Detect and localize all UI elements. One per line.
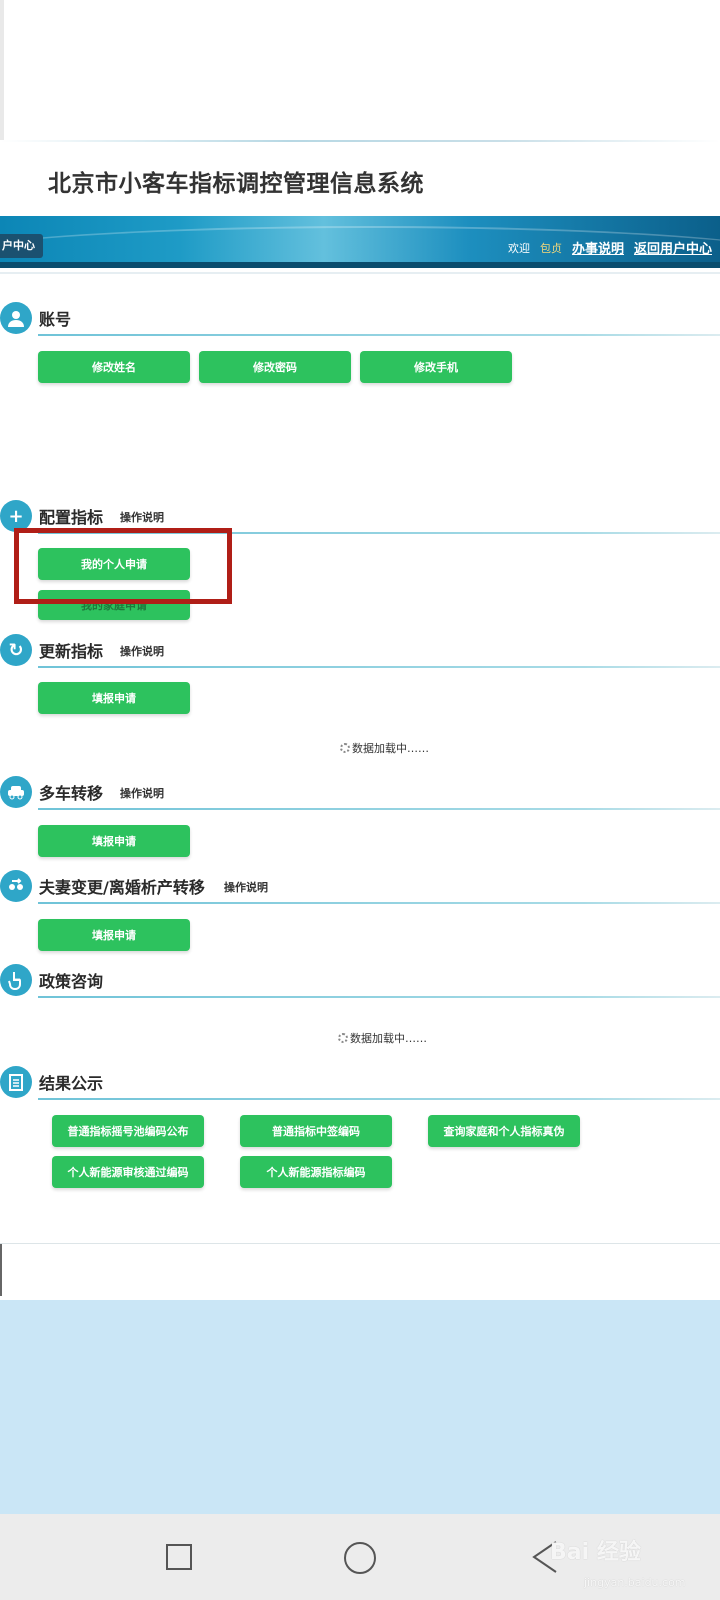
new-energy-approved-codes-button[interactable]: 个人新能源审核通过编码 [52, 1156, 204, 1188]
header-banner: 户中心 欢迎 包贞 办事说明 返回用户中心 [0, 216, 720, 268]
new-energy-quota-codes-button[interactable]: 个人新能源指标编码 [240, 1156, 392, 1188]
section-title-renewal: 更新指标 [39, 642, 104, 661]
section-rule [38, 666, 720, 668]
help-link-spouse[interactable]: 操作说明 [224, 879, 268, 895]
spinner-icon [340, 743, 350, 753]
footer-blue-area [0, 1300, 720, 1514]
edit-password-button[interactable]: 修改密码 [199, 351, 351, 383]
section-title-results: 结果公示 [39, 1074, 104, 1093]
baidu-watermark: Bai 经验 [550, 1540, 641, 1565]
edit-name-button[interactable]: 修改姓名 [38, 351, 190, 383]
baidu-watermark-url: jingyan.baidu.com [584, 1576, 686, 1589]
section-rule [38, 996, 720, 998]
loading-text: 数据加载中…… [352, 742, 429, 755]
refresh-icon: ↻ [0, 634, 32, 666]
section-title-allocation: 配置指标 [39, 508, 104, 527]
banner-divider [0, 272, 720, 274]
system-title: 北京市小客车指标调控管理信息系统 [48, 171, 424, 197]
loading-indicator: 数据加载中…… [340, 740, 429, 756]
user-name: 包贞 [539, 241, 562, 255]
user-center-tab[interactable]: 户中心 [0, 234, 43, 258]
section-policy: 政策咨询 [0, 964, 720, 998]
edit-phone-button[interactable]: 修改手机 [360, 351, 512, 383]
section-title-spouse: 夫妻变更/离婚析产转移 [39, 878, 205, 897]
recent-apps-icon[interactable] [166, 1544, 192, 1570]
section-rule [38, 334, 720, 336]
verify-quota-button[interactable]: 查询家庭和个人指标真伪 [428, 1115, 580, 1147]
lottery-pool-codes-button[interactable]: 普通指标摇号池编码公布 [52, 1115, 204, 1147]
multi-car-apply-button[interactable]: 填报申请 [38, 825, 190, 857]
section-renewal: ↻ 更新指标 操作说明 [0, 634, 720, 668]
help-link-renewal[interactable]: 操作说明 [120, 643, 164, 659]
banner-user-links: 欢迎 包贞 办事说明 返回用户中心 [507, 238, 712, 258]
car-icon [0, 776, 32, 808]
section-rule [38, 1098, 720, 1100]
spinner-icon [338, 1033, 348, 1043]
section-rule [38, 808, 720, 810]
people-transfer-icon [0, 870, 32, 902]
loading-indicator: 数据加载中…… [338, 1030, 427, 1046]
renewal-apply-button[interactable]: 填报申请 [38, 682, 190, 714]
section-spouse: 夫妻变更/离婚析产转移 操作说明 [0, 870, 720, 904]
guide-link[interactable]: 办事说明 [572, 238, 624, 257]
top-separator [0, 140, 720, 142]
section-rule [38, 902, 720, 904]
back-to-user-center-link[interactable]: 返回用户中心 [634, 238, 712, 257]
section-title-multi-car: 多车转移 [39, 784, 104, 803]
section-results: 结果公示 [0, 1066, 720, 1100]
winning-codes-button[interactable]: 普通指标中签编码 [240, 1115, 392, 1147]
help-link-allocation[interactable]: 操作说明 [120, 509, 164, 525]
section-multi-car: 多车转移 操作说明 [0, 776, 720, 810]
footer-blank [0, 1244, 720, 1296]
document-list-icon [0, 1066, 32, 1098]
top-blank-area [0, 0, 720, 140]
section-title-policy: 政策咨询 [39, 972, 104, 991]
loading-text: 数据加载中…… [350, 1032, 427, 1045]
welcome-text: 欢迎 [507, 241, 530, 255]
home-icon[interactable] [344, 1542, 376, 1574]
user-icon [0, 302, 32, 334]
section-title-account: 账号 [39, 310, 72, 329]
spouse-apply-button[interactable]: 填报申请 [38, 919, 190, 951]
hand-pointer-icon [0, 964, 32, 996]
android-nav-bar: Bai 经验 jingyan.baidu.com [0, 1514, 720, 1600]
help-link-multi-car[interactable]: 操作说明 [120, 785, 164, 801]
section-account: 账号 [0, 302, 720, 336]
highlight-box [14, 528, 232, 604]
